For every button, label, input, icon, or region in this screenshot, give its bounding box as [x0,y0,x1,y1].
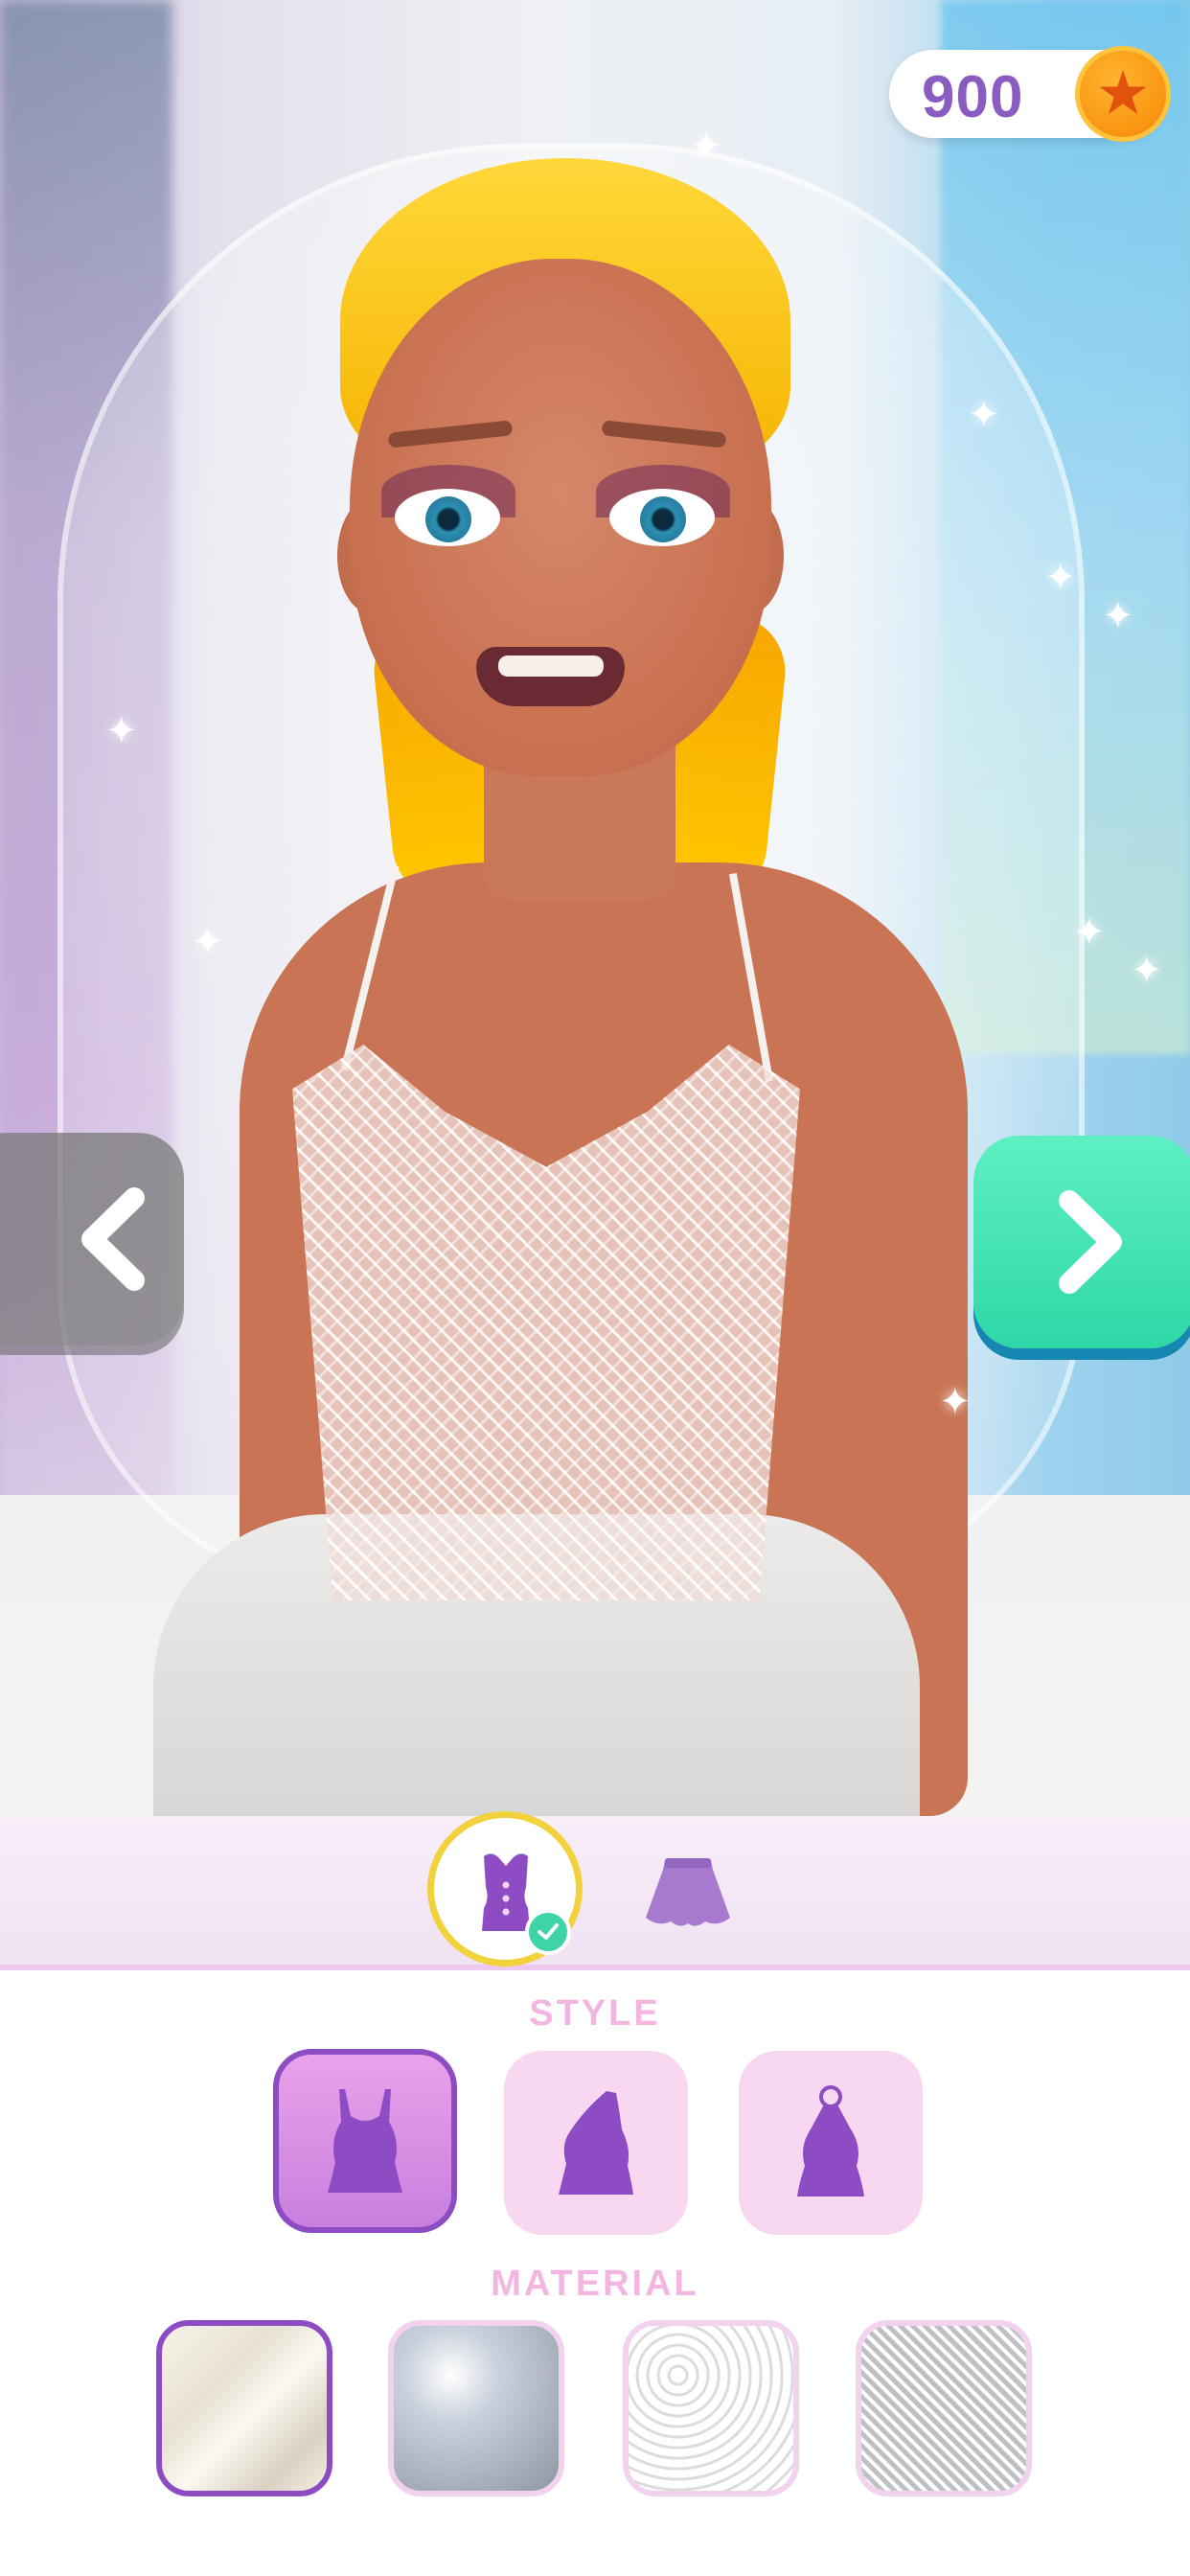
style-option-one-shoulder[interactable] [504,2051,688,2235]
style-section-label: STYLE [529,1993,661,2034]
sparkle-icon: ✦ [690,126,722,168]
eye-right [609,489,715,546]
material-option-mesh-lace[interactable] [856,2320,1032,2496]
eye-left [395,489,500,546]
chevron-left-icon [81,1187,145,1291]
camisole-top-icon [328,2089,402,2193]
character-scene: ✦ ✦ ✦ ✦ ✦ ✦ ✦ ✦ ✦ [0,0,1190,1816]
coin-counter: 900 ★ [889,46,1171,142]
style-option-camisole[interactable] [273,2049,457,2233]
material-option-lace[interactable] [623,2320,799,2496]
next-outfit-button[interactable] [973,1136,1190,1348]
completed-check-icon [525,1909,571,1955]
sparkle-icon: ✦ [939,1381,972,1423]
sparkle-icon: ✦ [105,710,138,752]
sparkle-icon: ✦ [1073,911,1106,954]
previous-outfit-button[interactable] [0,1133,184,1346]
material-option-silk[interactable] [156,2320,332,2496]
star-coin-icon: ★ [1075,46,1171,142]
sparkle-icon: ✦ [968,394,1000,436]
one-shoulder-top-icon [559,2091,633,2195]
sparkle-icon: ✦ [192,921,224,963]
character-teeth [498,656,604,677]
material-option-satin[interactable] [388,2320,564,2496]
sparkle-icon: ✦ [1102,595,1134,637]
coin-amount: 900 [922,64,1024,130]
chevron-right-icon [1059,1190,1122,1294]
skirt-icon[interactable] [642,1854,734,1931]
halter-top-icon [797,2085,864,2196]
material-section-label: MATERIAL [491,2264,699,2304]
style-option-halter[interactable] [739,2051,923,2235]
sparkle-icon: ✦ [1044,557,1077,599]
category-bar [0,1816,1190,1970]
sparkle-icon: ✦ [1131,950,1163,992]
